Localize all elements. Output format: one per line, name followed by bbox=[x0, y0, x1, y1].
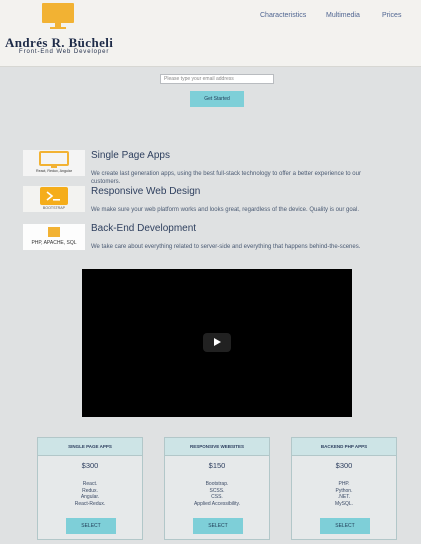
feature-title-backend: Back-End Development bbox=[91, 223, 197, 234]
card-features: PHP. Python. .NET. MySQL. bbox=[292, 481, 396, 507]
pricing-card-responsive: RESPONSIVE WEBSITES $150 Bootstrap. SCSS… bbox=[164, 437, 270, 540]
nav-link-characteristics[interactable]: Characteristics bbox=[260, 12, 306, 19]
nav-link-prices[interactable]: Prices bbox=[382, 12, 401, 19]
card-features: React. Redux. Angular. React-Redux. bbox=[38, 481, 142, 507]
responsive-tech-image: BOOTSTRAP bbox=[23, 186, 85, 212]
card-title: BACKEND PHP APPS bbox=[292, 438, 396, 456]
logo-tagline: Front-End Web Developer bbox=[19, 49, 110, 55]
nav-link-multimedia[interactable]: Multimedia bbox=[326, 12, 360, 19]
get-started-button[interactable]: Get Started bbox=[190, 91, 244, 107]
card-feature: Applied Accessibility. bbox=[193, 500, 241, 507]
card-title: RESPONSIVE WEBSITES bbox=[165, 438, 269, 456]
feature-title-responsive: Responsive Web Design bbox=[91, 186, 201, 197]
feature-title-spa: Single Page Apps bbox=[91, 150, 170, 161]
select-button-spa[interactable]: SELECT bbox=[66, 518, 116, 534]
pricing-card-backend: BACKEND PHP APPS $300 PHP. Python. .NET.… bbox=[291, 437, 397, 540]
pricing-card-spa: SINGLE PAGE APPS $300 React. Redux. Angu… bbox=[37, 437, 143, 540]
spa-tech-image: React, Redux, Angular bbox=[23, 150, 85, 176]
card-price: $150 bbox=[208, 461, 226, 470]
monitor-icon bbox=[39, 151, 69, 168]
spa-image-caption: React, Redux, Angular bbox=[36, 169, 72, 173]
card-feature: React-Redux. bbox=[74, 500, 106, 507]
backend-tech-image: PHP, APACHE, SQL bbox=[23, 224, 85, 250]
select-button-backend[interactable]: SELECT bbox=[320, 518, 370, 534]
video-player[interactable] bbox=[82, 269, 352, 417]
card-price: $300 bbox=[335, 461, 353, 470]
card-price: $300 bbox=[81, 461, 99, 470]
backend-image-caption: PHP, APACHE, SQL bbox=[31, 240, 77, 246]
responsive-image-caption: BOOTSTRAP bbox=[42, 206, 66, 210]
feature-desc-backend: We take care about everything related to… bbox=[91, 244, 361, 250]
feature-desc-spa: We create last generation apps, using th… bbox=[91, 171, 361, 185]
select-button-responsive[interactable]: SELECT bbox=[193, 518, 243, 534]
card-title: SINGLE PAGE APPS bbox=[38, 438, 142, 456]
monitor-logo-icon bbox=[42, 3, 74, 29]
feature-desc-responsive: We make sure your web platform works and… bbox=[91, 207, 360, 213]
play-icon[interactable] bbox=[203, 333, 231, 352]
square-icon bbox=[48, 227, 60, 237]
header: Andrés R. Bücheli Front-End Web Develope… bbox=[0, 0, 421, 67]
terminal-icon bbox=[40, 187, 68, 205]
card-feature: MySQL. bbox=[334, 500, 354, 507]
email-input[interactable] bbox=[160, 74, 274, 84]
card-features: Bootstrap. SCSS. CSS. Applied Accessibil… bbox=[165, 481, 269, 507]
